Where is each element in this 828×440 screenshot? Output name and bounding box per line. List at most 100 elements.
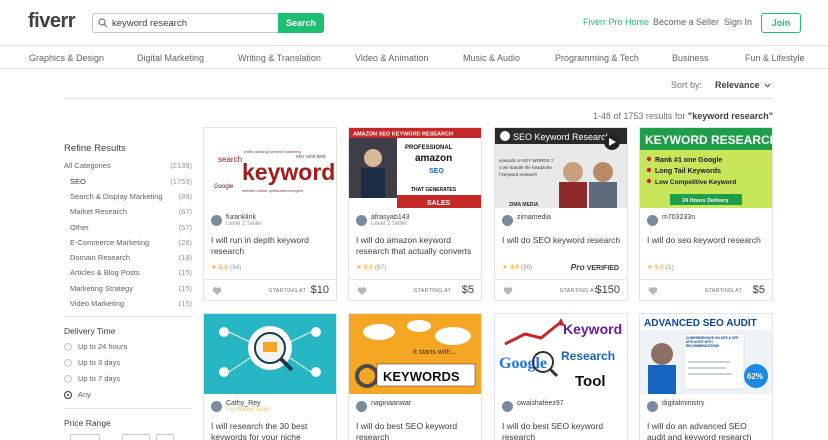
gig-title[interactable]: I will do SEO keyword research [502,235,622,246]
gig-title[interactable]: I will do best SEO keyword research [356,421,476,440]
gig-title[interactable]: I will do an advanced SEO audit and keyw… [647,421,767,440]
delivery-option-24h[interactable]: Up to 24 hours [64,342,127,351]
sign-in-link[interactable]: Sign In [724,17,752,27]
join-button[interactable]: Join [761,13,801,33]
filter-count: (89) [178,192,192,201]
radio-button[interactable] [64,342,72,351]
gig-thumbnail[interactable]: KEYWORD RESEARCH Rank #1 one Google Long… [640,128,772,208]
gig-title[interactable]: I will do best SEO keyword research [502,421,622,440]
search-input[interactable] [112,17,272,29]
fiverr-pro-link[interactable]: Fiverr Pro Home [583,17,649,27]
radio-button[interactable] [64,374,72,383]
search-field[interactable] [92,13,278,33]
filter-marketing-strategy[interactable]: Marketing Strategy (15) [70,284,192,293]
seller-name[interactable]: afrasyab143 [371,214,410,221]
filter-seo[interactable]: SEO (1753) [70,177,192,186]
filter-other[interactable]: Other (57) [70,223,192,232]
option-label: Up to 7 days [78,374,121,383]
sort-dropdown[interactable]: Relevance [715,80,771,90]
gig-title[interactable]: I will research the 30 best keywords for… [211,421,331,440]
gig-card[interactable]: ADVANCED SEO AUDIT COMPREHENSIVE ON-SITE… [639,313,773,440]
radio-button-selected[interactable] [64,390,72,399]
gig-thumbnail[interactable] [204,314,336,394]
delivery-option-3d[interactable]: Up to 3 days [64,358,120,367]
heart-icon[interactable] [357,286,367,296]
seller-name[interactable]: furanklink [226,214,256,221]
seller-name[interactable]: Cathy_Rey [226,400,261,407]
heart-icon[interactable] [648,286,658,296]
fiverr-logo[interactable]: fiverr [28,10,76,33]
avatar[interactable] [647,401,658,412]
become-seller-link[interactable]: Become a Seller [653,17,719,27]
review-count: (67) [374,263,387,271]
heart-icon[interactable] [503,286,513,296]
seller-name[interactable]: naginaanwar [371,400,411,407]
avatar[interactable] [356,401,367,412]
seller-info[interactable]: m703233n [647,214,695,226]
seller-info[interactable]: naginaanwar [356,400,411,412]
price-max-input[interactable] [122,434,150,440]
delivery-option-any[interactable]: Any [64,390,91,399]
gig-thumbnail[interactable]: AMAZON SEO KEYWORD RESEARCH PROFESSIONAL… [349,128,481,208]
seller-info[interactable]: afrasyab143 Level 2 Seller [356,214,410,227]
filter-ecommerce[interactable]: E-Commerce Marketing (28) [70,238,192,247]
gig-thumbnail[interactable]: Keyword Google Research Tool [495,314,627,394]
gig-card[interactable]: AMAZON SEO KEYWORD RESEARCH PROFESSIONAL… [348,127,482,301]
category-fun-lifestyle[interactable]: Fun & Lifestyle [745,53,805,63]
gig-thumbnail[interactable]: research search keywords Google traffic … [204,128,336,208]
seller-info[interactable]: furanklink Level 2 Seller [211,214,262,227]
filter-all-categories[interactable]: All Categories (2139) [64,161,192,170]
search-button[interactable]: Search [278,13,324,33]
avatar[interactable] [356,215,367,226]
gig-card[interactable]: SEO Keyword Research eywords or KEY WORD… [494,127,628,301]
delivery-option-7d[interactable]: Up to 7 days [64,374,120,383]
price-min-input[interactable] [70,434,100,440]
category-writing-translation[interactable]: Writing & Translation [238,53,321,63]
category-digital-marketing[interactable]: Digital Marketing [137,53,204,63]
heart-icon[interactable] [212,286,222,296]
seller-info[interactable]: digitalministry [647,400,704,412]
seller-name[interactable]: zimamedia [517,214,551,221]
gig-price[interactable]: $10 [311,284,329,296]
filter-search-display[interactable]: Search & Display Marketing (89) [70,192,192,201]
seller-name[interactable]: owaishafeez97 [517,400,564,407]
seller-info[interactable]: Cathy_Rey Top Rated Seller [211,400,270,413]
gig-title[interactable]: I will run in depth keyword research [211,235,331,257]
seller-info[interactable]: zimamedia [502,214,551,226]
avatar[interactable] [502,401,513,412]
gig-price[interactable]: $5 [462,284,474,296]
avatar[interactable] [502,215,513,226]
gig-card[interactable]: KEYWORD RESEARCH Rank #1 one Google Long… [639,127,773,301]
gig-price[interactable]: $150 [596,284,620,296]
gig-thumbnail[interactable]: SEO Keyword Research eywords or KEY WORD… [495,128,627,208]
avatar[interactable] [211,401,222,412]
star-icon: ★ [502,264,508,271]
filter-articles-blog[interactable]: Articles & Blog Posts (15) [70,268,192,277]
avatar[interactable] [647,215,658,226]
avatar[interactable] [211,215,222,226]
gig-card[interactable]: Keyword Google Research Tool owaishafeez… [494,313,628,440]
filter-video-marketing[interactable]: Video Marketing (15) [70,299,192,308]
filter-domain-research[interactable]: Domain Research (18) [70,253,192,262]
price-apply-button[interactable] [156,434,174,440]
gig-title[interactable]: I will do amazon keyword research that a… [356,235,476,257]
seller-name[interactable]: digitalministry [662,400,704,407]
filter-market-research[interactable]: Market Research (67) [70,207,192,216]
divider [64,98,773,99]
gig-card[interactable]: research search keywords Google traffic … [203,127,337,301]
radio-button[interactable] [64,358,72,367]
seller-info[interactable]: owaishafeez97 [502,400,564,412]
gig-thumbnail[interactable]: ADVANCED SEO AUDIT COMPREHENSIVE ON-SITE… [640,314,772,394]
gig-card[interactable]: It starts with... KEYWORDS naginaanwar I… [348,313,482,440]
gig-price[interactable]: $5 [753,284,765,296]
category-programming-tech[interactable]: Programming & Tech [555,53,639,63]
category-business[interactable]: Business [672,53,709,63]
gig-thumbnail[interactable]: It starts with... KEYWORDS [349,314,481,394]
category-video-animation[interactable]: Video & Animation [355,53,428,63]
category-music-audio[interactable]: Music & Audio [463,53,520,63]
gig-card[interactable]: Cathy_Rey Top Rated Seller I will researc… [203,313,337,440]
category-graphics-design[interactable]: Graphics & Design [29,53,104,63]
image-item: Rank #1 one Google [655,157,722,164]
seller-name[interactable]: m703233n [662,214,695,221]
gig-title[interactable]: I will do seo keyword research [647,235,767,246]
